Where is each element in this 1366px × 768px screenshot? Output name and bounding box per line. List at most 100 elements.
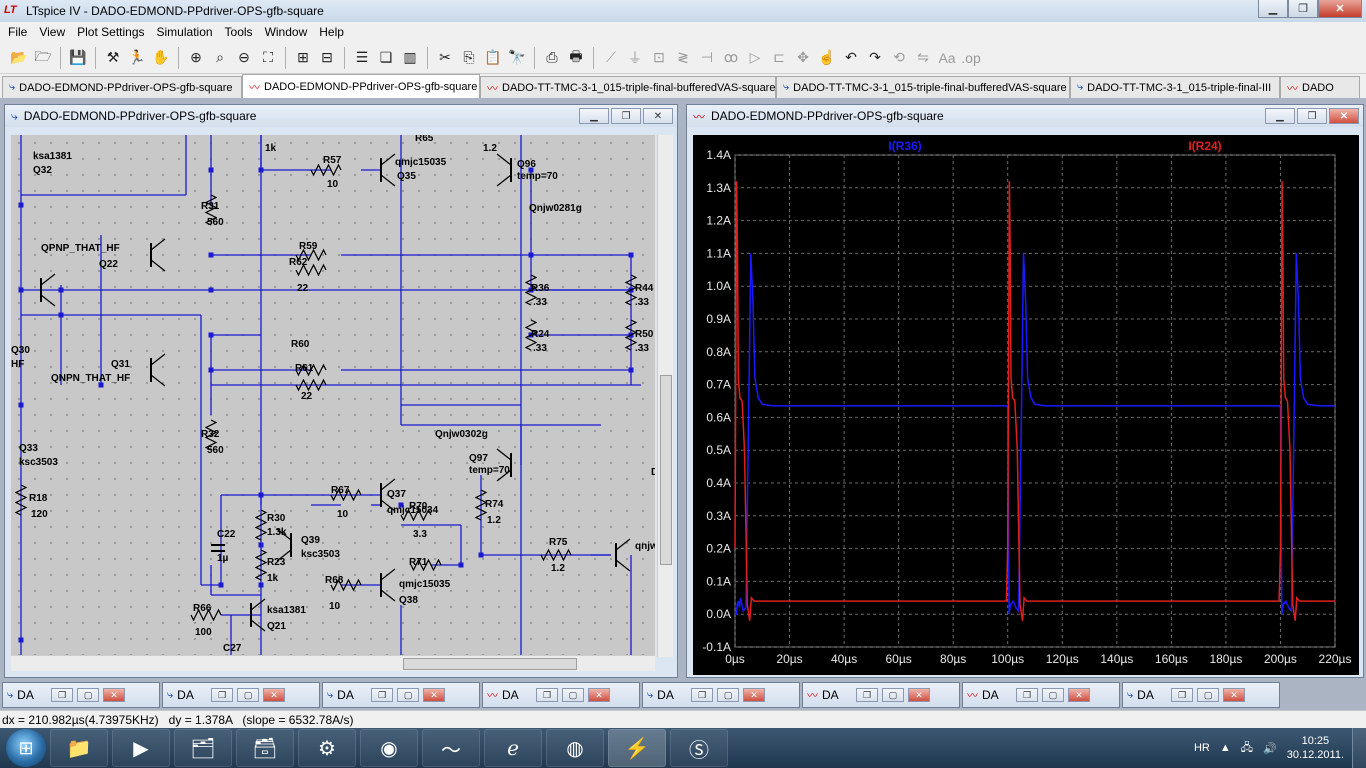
maximize-button[interactable]: ▢	[562, 688, 584, 702]
menu-view[interactable]: View	[33, 25, 71, 39]
minimized-window[interactable]: 〰 DA ❐ ▢ ✕	[802, 682, 960, 708]
menu-file[interactable]: File	[2, 25, 33, 39]
paste-icon[interactable]: 📋	[482, 47, 504, 69]
run-icon[interactable]: 🏃	[126, 47, 148, 69]
internet-explorer-icon[interactable]: ℯ	[484, 729, 542, 767]
show-desktop-button[interactable]	[1352, 728, 1366, 768]
close-button[interactable]: ✕	[1068, 688, 1090, 702]
open-schematic-icon[interactable]: 📂	[8, 47, 30, 69]
tab-schematic-tt-tmc[interactable]: ⤷ DADO-TT-TMC-3-1_015-triple-final-buffe…	[776, 76, 1070, 98]
restore-button[interactable]: ❐	[1016, 688, 1038, 702]
capacitor-icon[interactable]: ⊣	[696, 47, 718, 69]
tab-plot-edmond[interactable]: 〰 DADO-EDMOND-PPdriver-OPS-gfb-square	[242, 74, 480, 98]
minimized-window[interactable]: ⤷ DA ❐ ▢ ✕	[2, 682, 160, 708]
menu-tools[interactable]: Tools	[219, 25, 259, 39]
antivirus-icon[interactable]: ◉	[360, 729, 418, 767]
inductor-icon[interactable]: ꝏ	[720, 47, 742, 69]
resistor-icon[interactable]: ≷	[672, 47, 694, 69]
minimized-window[interactable]: ⤷ DA ❐ ▢ ✕	[162, 682, 320, 708]
restore-button[interactable]: ❐	[611, 108, 641, 124]
menu-window[interactable]: Window	[259, 25, 314, 39]
close-button[interactable]: ✕	[908, 688, 930, 702]
vertical-scrollbar[interactable]	[657, 135, 673, 657]
menu-plot-settings[interactable]: Plot Settings	[71, 25, 150, 39]
restore-button[interactable]: ❐	[1297, 108, 1327, 124]
minimized-window[interactable]: 〰 DA ❐ ▢ ✕	[962, 682, 1120, 708]
print-icon[interactable]: 🖶	[565, 47, 587, 69]
horizontal-scrollbar[interactable]	[11, 655, 655, 671]
folder-icon[interactable]: 🗃	[236, 729, 294, 767]
oscilloscope-app-icon[interactable]: 〜	[422, 729, 480, 767]
text-icon[interactable]: Aa	[936, 47, 958, 69]
menu-simulation[interactable]: Simulation	[151, 25, 219, 39]
minimize-button[interactable]: ▁	[1265, 108, 1295, 124]
minimize-button[interactable]: ▁	[579, 108, 609, 124]
component-icon[interactable]: ⊏	[768, 47, 790, 69]
draw-wire-icon[interactable]: ⟋	[600, 47, 622, 69]
minimized-window[interactable]: ⤷ DA ❐ ▢ ✕	[642, 682, 800, 708]
volume-icon[interactable]: 🔊	[1263, 742, 1277, 755]
zoom-in-icon[interactable]: ⊕	[185, 47, 207, 69]
maximize-button[interactable]: ▢	[1197, 688, 1220, 702]
restore-button[interactable]: ❐	[1171, 688, 1194, 702]
schematic-canvas[interactable]: ksa1381 Q32 1k R57 10 R65 qmjc15035 Q35 1.2 Q96 te…	[11, 135, 655, 657]
close-button[interactable]: ✕	[1223, 688, 1246, 702]
diode-icon[interactable]: ▷	[744, 47, 766, 69]
find-icon[interactable]: 🔭	[506, 47, 528, 69]
restore-button[interactable]: ❐	[536, 688, 558, 702]
start-button[interactable]: ⊞	[6, 729, 46, 767]
close-button[interactable]: ✕	[263, 688, 286, 702]
restore-button[interactable]: ❐	[51, 688, 74, 702]
drag-icon[interactable]: ☝	[816, 47, 838, 69]
ground-icon[interactable]: ⏚	[624, 47, 646, 69]
restore-button[interactable]: ❐	[371, 688, 394, 702]
add-plot-pane-icon[interactable]: ⊟	[316, 47, 338, 69]
scrollbar-thumb[interactable]	[403, 658, 577, 670]
close-button[interactable]: ✕	[103, 688, 126, 702]
open-file-icon[interactable]: 🗁	[32, 47, 54, 69]
mirror-icon[interactable]: ⇋	[912, 47, 934, 69]
minimize-button[interactable]: ▁	[1258, 0, 1288, 18]
label-net-icon[interactable]: ⊡	[648, 47, 670, 69]
close-button[interactable]: ✕	[588, 688, 610, 702]
tab-schematic-triple-final[interactable]: ⤷ DADO-TT-TMC-3-1_015-triple-final-III	[1070, 76, 1280, 98]
tile-horizontal-icon[interactable]: ☰	[351, 47, 373, 69]
maximize-button[interactable]: ▢	[1042, 688, 1064, 702]
maximize-button[interactable]: ▢	[882, 688, 904, 702]
halt-icon[interactable]: ✋	[150, 47, 172, 69]
scrollbar-thumb[interactable]	[660, 375, 672, 565]
close-button[interactable]: ✕	[1329, 108, 1359, 124]
tab-plot-dado[interactable]: 〰 DADO	[1280, 76, 1360, 98]
network-icon[interactable]: 🖧	[1241, 739, 1253, 758]
ltspice-app-icon[interactable]: ⚡	[608, 729, 666, 767]
move-icon[interactable]: ✥	[792, 47, 814, 69]
menu-help[interactable]: Help	[313, 25, 350, 39]
close-button[interactable]: ✕	[743, 688, 766, 702]
redo-icon[interactable]: ↷	[864, 47, 886, 69]
autorange-icon[interactable]: ⊞	[292, 47, 314, 69]
tile-vertical-icon[interactable]: ▥	[399, 47, 421, 69]
office-icon[interactable]: 🗂	[174, 729, 232, 767]
restore-button[interactable]: ❐	[856, 688, 878, 702]
cut-icon[interactable]: ✂	[434, 47, 456, 69]
skype-icon[interactable]: Ⓢ	[670, 729, 728, 767]
cascade-icon[interactable]: ❏	[375, 47, 397, 69]
firefox-icon[interactable]: ◍	[546, 729, 604, 767]
language-indicator[interactable]: HR	[1194, 742, 1210, 754]
minimized-window[interactable]: ⤷ DA ❐ ▢ ✕	[322, 682, 480, 708]
close-button[interactable]: ✕	[423, 688, 446, 702]
print-preview-icon[interactable]: ⎙	[541, 47, 563, 69]
close-button[interactable]: ✕	[643, 108, 673, 124]
spice-directive-icon[interactable]: .op	[960, 47, 982, 69]
minimized-window[interactable]: ⤷ DA ❐ ▢ ✕	[1122, 682, 1280, 708]
media-player-icon[interactable]: ▶	[112, 729, 170, 767]
zoom-out-icon[interactable]: ⊖	[233, 47, 255, 69]
control-panel-icon[interactable]: ⚒	[102, 47, 124, 69]
pan-icon[interactable]: ⌕	[209, 47, 231, 69]
maximize-button[interactable]: ▢	[717, 688, 740, 702]
rotate-icon[interactable]: ⟲	[888, 47, 910, 69]
undo-icon[interactable]: ↶	[840, 47, 862, 69]
minimized-window[interactable]: 〰 DA ❐ ▢ ✕	[482, 682, 640, 708]
file-explorer-icon[interactable]: 📁	[50, 729, 108, 767]
copy-icon[interactable]: ⎘	[458, 47, 480, 69]
